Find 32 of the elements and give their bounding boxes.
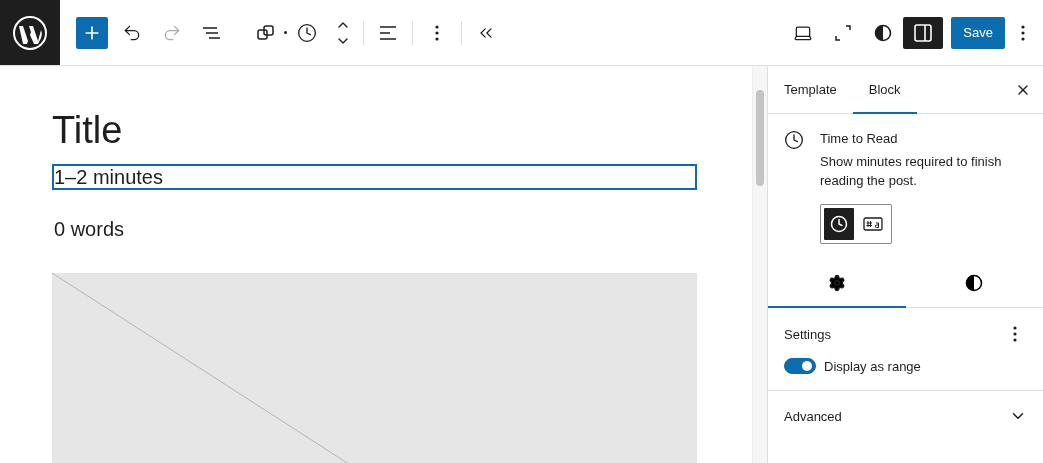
more-icon: [1013, 326, 1017, 342]
save-button[interactable]: Save: [951, 16, 1005, 49]
sidebar-tab[interactable]: Block: [852, 66, 917, 114]
settings-toggle-button[interactable]: [903, 16, 944, 49]
styles-icon[interactable]: [965, 274, 984, 292]
contrast-icon[interactable]: [874, 23, 893, 42]
settings-heading: Settings: [784, 326, 831, 342]
toggle-label: Display as range: [824, 358, 921, 374]
overlapping-squares-icon[interactable]: [256, 22, 276, 43]
clock-icon: [297, 22, 317, 43]
block-description: Show minutes required to finish reading the post.: [820, 153, 1003, 190]
scrollbar[interactable]: [752, 66, 767, 463]
word-count-text[interactable]: 0 words: [52, 216, 697, 242]
block-clock-icon: [784, 130, 804, 150]
range-toggle[interactable]: [784, 358, 816, 374]
word-count-icon: [863, 217, 883, 231]
more-icon: [435, 24, 439, 41]
scrollbar-thumb[interactable]: [756, 90, 764, 186]
fullscreen-icon[interactable]: [833, 22, 854, 43]
wordpress-logo-icon[interactable]: [12, 14, 48, 51]
time-to-read-block[interactable]: 1–2 minutes: [52, 164, 697, 190]
time-variation-button[interactable]: [824, 208, 854, 240]
advanced-panel-toggle[interactable]: Advanced: [768, 391, 1043, 442]
sidebar-panel-icon: [913, 22, 934, 43]
block-title: Time to Read: [820, 130, 899, 148]
more-icon: [1021, 24, 1025, 41]
add-block-button[interactable]: [76, 16, 108, 49]
post-title[interactable]: Title: [52, 106, 752, 154]
separator-dot: [284, 31, 287, 34]
sidebar-tab[interactable]: Template: [768, 66, 853, 114]
clock-icon: [830, 215, 848, 233]
settings-icon: [827, 274, 846, 292]
